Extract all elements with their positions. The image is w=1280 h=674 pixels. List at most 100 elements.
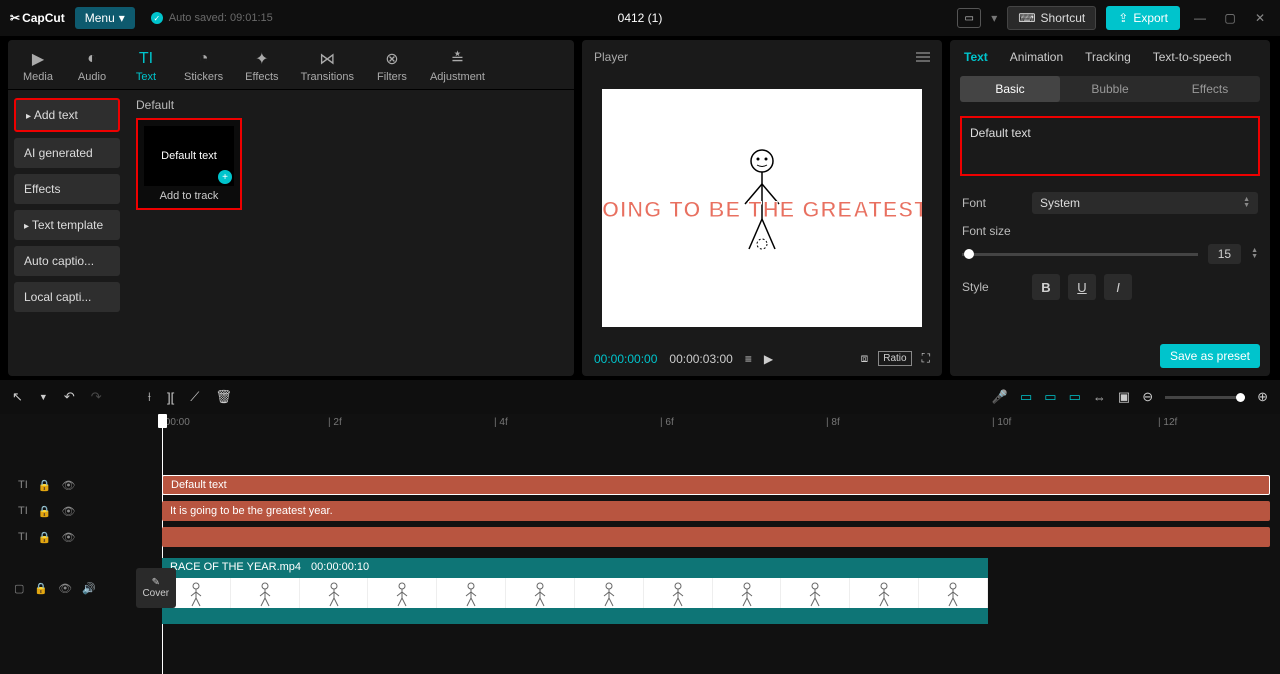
- mic-icon[interactable]: 🎤: [992, 389, 1008, 405]
- inspector-tab[interactable]: Animation: [1010, 50, 1063, 64]
- magnet-off-icon[interactable]: ▭: [1069, 389, 1081, 405]
- layout-icon[interactable]: ▭: [957, 8, 981, 28]
- sidebar-item[interactable]: Text template: [14, 210, 120, 240]
- save-preset-button[interactable]: Save as preset: [1160, 344, 1260, 368]
- chevron-down-icon: ▾: [119, 11, 125, 25]
- stickers-icon: ◔: [199, 50, 209, 68]
- text-clip[interactable]: Default text: [162, 475, 1270, 495]
- zoom-in-icon[interactable]: ⊕: [1257, 389, 1268, 405]
- split-end-icon[interactable]: ⟋: [190, 389, 199, 405]
- magnet-on-icon[interactable]: ▭: [1020, 389, 1032, 405]
- minimize-button[interactable]: —: [1190, 11, 1210, 25]
- sidebar-item[interactable]: Effects: [14, 174, 120, 204]
- audio-strip[interactable]: [162, 610, 988, 624]
- inspector-subtab[interactable]: Effects: [1160, 76, 1260, 102]
- add-to-track-label: Add to track: [144, 190, 234, 202]
- lock-icon[interactable]: ▢: [14, 582, 24, 595]
- split-start-icon[interactable]: ⟊: [148, 389, 151, 405]
- magnet-mid-icon[interactable]: ▭: [1044, 389, 1056, 405]
- lock-icon[interactable]: 🔒: [38, 505, 52, 518]
- preview-icon[interactable]: ▣: [1118, 389, 1130, 405]
- stepper-icon[interactable]: ▲▼: [1251, 248, 1258, 260]
- preset-card[interactable]: Default text + Add to track: [136, 118, 242, 210]
- shortcut-button[interactable]: ⌨ Shortcut: [1007, 6, 1096, 30]
- tab-filters[interactable]: ⊗Filters: [368, 44, 416, 89]
- timeline-toolbar: ↖ ▼ ↶ ↷ ⟊ ][ ⟋ 🗑 🎤 ▭ ▭ ▭ ⇔ ▣ ⊖ ⊕: [0, 380, 1280, 414]
- chevron-down-icon[interactable]: ▾: [991, 11, 997, 25]
- tab-transitions[interactable]: ⋈Transitions: [293, 44, 362, 89]
- split-icon[interactable]: ][: [167, 390, 174, 405]
- delete-icon[interactable]: 🗑: [215, 389, 232, 405]
- cover-button[interactable]: ✎ Cover: [136, 568, 176, 608]
- sidebar-item[interactable]: Auto captio...: [14, 246, 120, 276]
- align-icon[interactable]: ⇔: [1093, 390, 1106, 405]
- text-clip[interactable]: It is going to be the greatest year.: [162, 501, 1270, 521]
- scan-icon[interactable]: ⧈: [861, 351, 869, 366]
- inspector-tab[interactable]: Text: [964, 50, 988, 64]
- player-panel: Player OING TO BE THE GREATEST Y: [582, 40, 942, 376]
- overlay-caption: OING TO BE THE GREATEST Y: [602, 197, 922, 223]
- video-clip-header[interactable]: RACE OF THE YEAR.mp4 00:00:00:10: [162, 558, 988, 576]
- stepper-icon[interactable]: ▲▼: [1243, 197, 1250, 209]
- transitions-icon: ⋈: [319, 50, 335, 68]
- lock-icon[interactable]: 🔒: [38, 479, 52, 492]
- tab-text[interactable]: TIText: [122, 44, 170, 89]
- eye-icon[interactable]: 👁: [58, 582, 72, 595]
- inspector-panel: Text Animation Tracking Text-to-speech Basi…: [950, 40, 1270, 376]
- lock-icon[interactable]: 🔒: [34, 582, 48, 595]
- preview-canvas[interactable]: OING TO BE THE GREATEST Y: [602, 89, 922, 327]
- cursor-icon[interactable]: ↖: [12, 389, 23, 405]
- inspector-tab[interactable]: Text-to-speech: [1153, 50, 1232, 64]
- lock-icon[interactable]: 🔒: [38, 531, 52, 544]
- ruler-mark: | 8f: [826, 417, 840, 428]
- play-button[interactable]: ▶: [764, 352, 773, 366]
- inspector-tab[interactable]: Tracking: [1085, 50, 1131, 64]
- eye-icon[interactable]: 👁: [61, 479, 75, 492]
- video-clip-name: RACE OF THE YEAR.mp4: [170, 561, 301, 573]
- zoom-slider[interactable]: [1165, 396, 1245, 399]
- mute-icon[interactable]: 🔊: [82, 582, 96, 595]
- inspector-subtab[interactable]: Bubble: [1060, 76, 1160, 102]
- eye-icon[interactable]: 👁: [61, 531, 75, 544]
- text-input[interactable]: Default text: [960, 116, 1260, 176]
- fontsize-slider[interactable]: [962, 253, 1198, 256]
- maximize-button[interactable]: ▢: [1220, 11, 1240, 25]
- sidebar-item[interactable]: Local capti...: [14, 282, 120, 312]
- menu-icon[interactable]: [916, 52, 930, 62]
- ratio-button[interactable]: Ratio: [878, 351, 911, 366]
- inspector-subtab[interactable]: Basic: [960, 76, 1060, 102]
- fullscreen-icon[interactable]: ⛶: [922, 351, 930, 366]
- media-panel: ▶Media◐AudioTIText◔Stickers✦Effects⋈Tran…: [8, 40, 574, 376]
- text-track: TI🔒👁Default text: [0, 474, 1280, 496]
- add-icon[interactable]: +: [218, 170, 232, 184]
- redo-button[interactable]: ↷: [91, 389, 102, 405]
- text-clip[interactable]: [162, 527, 1270, 547]
- timeline[interactable]: :00:00| 2f| 4f| 6f| 8f| 10f| 12f TI🔒👁Def…: [0, 414, 1280, 674]
- tab-media[interactable]: ▶Media: [14, 44, 62, 89]
- export-button[interactable]: ⇪ Export: [1106, 6, 1180, 30]
- time-ruler[interactable]: :00:00| 2f| 4f| 6f| 8f| 10f| 12f: [162, 414, 1280, 436]
- chevron-down-icon[interactable]: ▼: [39, 392, 48, 402]
- underline-button[interactable]: U: [1068, 274, 1096, 300]
- player-controls: 00:00:00:00 00:00:03:00 ≡ ▶ ⧈ Ratio ⛶: [582, 341, 942, 376]
- close-button[interactable]: ✕: [1250, 11, 1270, 25]
- video-thumbs[interactable]: [162, 576, 988, 610]
- undo-button[interactable]: ↶: [64, 389, 75, 405]
- eye-icon[interactable]: 👁: [61, 505, 75, 518]
- font-select[interactable]: System ▲▼: [1032, 192, 1258, 214]
- tab-audio[interactable]: ◐Audio: [68, 44, 116, 89]
- fontsize-value[interactable]: 15: [1208, 244, 1241, 264]
- style-label: Style: [962, 280, 1022, 294]
- tab-adjustment[interactable]: ≛Adjustment: [422, 44, 493, 89]
- ruler-mark: | 10f: [992, 417, 1011, 428]
- tab-stickers[interactable]: ◔Stickers: [176, 44, 231, 89]
- ruler-mark: | 4f: [494, 417, 508, 428]
- bold-button[interactable]: B: [1032, 274, 1060, 300]
- menu-button[interactable]: Menu ▾: [75, 7, 135, 29]
- sidebar-item[interactable]: AI generated: [14, 138, 120, 168]
- italic-button[interactable]: I: [1104, 274, 1132, 300]
- sidebar-item[interactable]: Add text: [14, 98, 120, 132]
- zoom-out-icon[interactable]: ⊖: [1142, 389, 1153, 405]
- tab-effects[interactable]: ✦Effects: [237, 44, 286, 89]
- list-icon[interactable]: ≡: [745, 352, 752, 366]
